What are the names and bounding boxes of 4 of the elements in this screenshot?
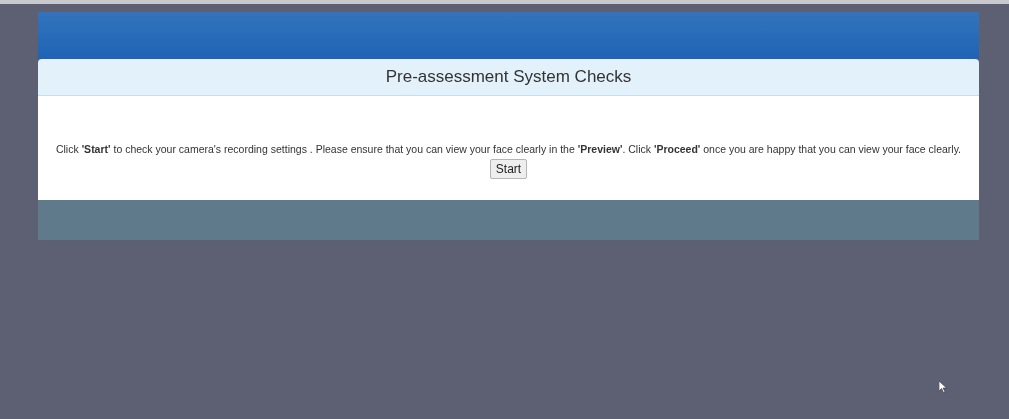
cursor-icon (939, 381, 947, 393)
instructions-text: Click 'Start' to check your camera's recording settings . Please ensure that you can view your face clearly in the 'Preview'. Click 'Proceed' once you are happy that you can view your face clearly. (55, 143, 962, 155)
start-button[interactable]: Start (489, 159, 528, 179)
dialog-title: Pre-assessment System Checks (385, 66, 632, 89)
